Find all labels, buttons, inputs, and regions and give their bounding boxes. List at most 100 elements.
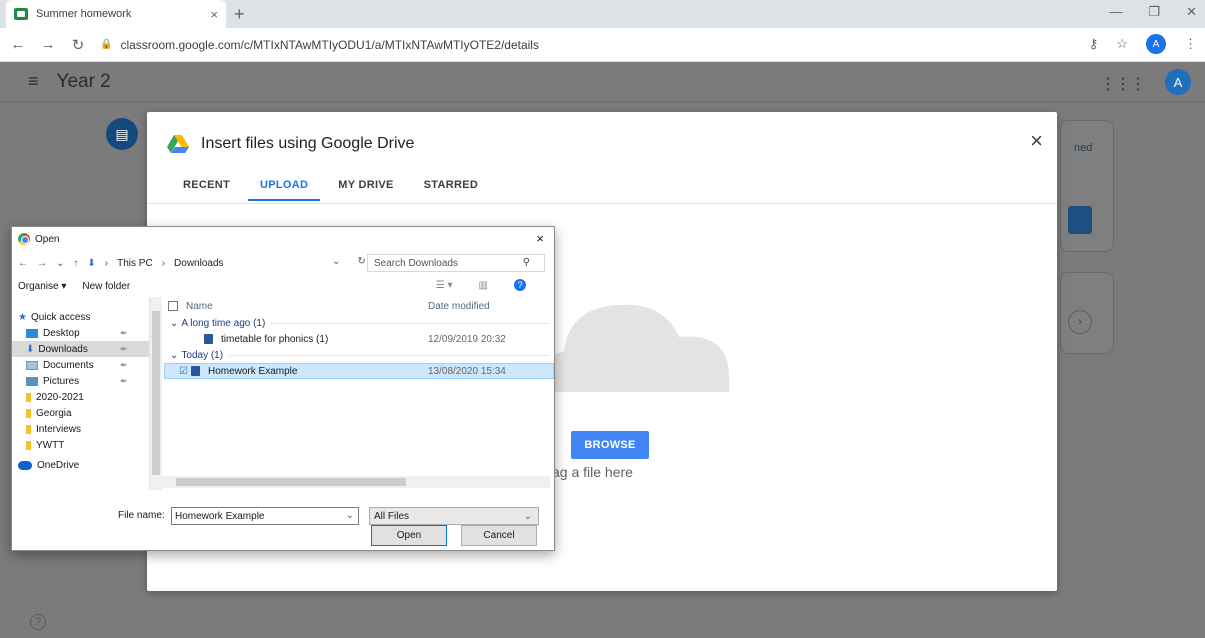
class-title: Year 2 [56, 70, 111, 92]
group-header[interactable]: ⌄ A long time ago (1) [164, 315, 554, 331]
dialog-navigation-bar: ← → ⌄ ↑ ⬇ › This PC › Downloads ⌄ ↻ Sear… [12, 251, 554, 275]
folder-icon [26, 424, 31, 434]
profile-avatar[interactable]: A [1146, 34, 1166, 54]
forward-icon[interactable]: → [36, 36, 60, 53]
file-type-select[interactable]: All Files ⌄ [369, 507, 539, 525]
downloads-icon: ⬇ [26, 343, 35, 355]
browser-tab[interactable]: Summer homework × [6, 0, 226, 28]
tab-upload[interactable]: UPLOAD [248, 179, 321, 201]
file-type-value: All Files [374, 510, 410, 522]
scrollbar-thumb[interactable] [176, 478, 406, 486]
pin-icon: ✒ [120, 327, 128, 338]
column-date-modified[interactable]: Date modified [428, 301, 490, 312]
open-button[interactable]: Open [371, 525, 447, 546]
file-name-label: File name: [118, 510, 165, 521]
file-name: Homework Example [207, 365, 298, 377]
breadcrumb-separator-icon: › [104, 257, 109, 269]
hamburger-menu-icon[interactable]: ≡ [28, 71, 39, 92]
tab-close-icon[interactable]: × [210, 7, 218, 22]
file-name: timetable for phonics (1) [221, 333, 329, 345]
file-name-input[interactable]: Homework Example ⌄ [171, 507, 359, 525]
file-date: 13/08/2020 15:34 [428, 365, 506, 377]
column-headers: Name Date modified [164, 297, 554, 315]
downloads-arrow-icon: ⬇ [87, 257, 96, 269]
file-name-row: File name: Homework Example ⌄ All Files … [12, 507, 554, 527]
desktop-icon [26, 328, 38, 338]
nav-item-desktop[interactable]: Desktop ✒ [12, 325, 149, 341]
window-controls: — ❐ ✕ [1109, 4, 1197, 20]
file-row[interactable]: timetable for phonics (1) 12/09/2019 20:… [164, 331, 554, 347]
up-arrow-icon[interactable]: ↑ [73, 258, 78, 269]
nav-item-interviews[interactable]: Interviews [12, 421, 149, 437]
apps-grid-icon[interactable]: ⋮⋮⋮ [1100, 74, 1146, 94]
tab-recent[interactable]: RECENT [171, 179, 242, 201]
nav-item-documents[interactable]: Documents ✒ [12, 357, 149, 373]
chevron-down-icon: ⌄ [170, 349, 179, 361]
tab-title: Summer homework [36, 8, 132, 20]
nav-item-ywtt[interactable]: YWTT [12, 437, 149, 453]
nav-pane-scrollbar[interactable] [150, 297, 162, 490]
classroom-header: ≡ Year 2 ⋮⋮⋮ A [0, 62, 1205, 102]
new-tab-icon[interactable]: + [234, 4, 245, 25]
back-arrow-icon[interactable]: ← [18, 258, 28, 269]
search-downloads-input[interactable]: Search Downloads ⚲ [367, 254, 545, 272]
onedrive-icon [18, 460, 32, 470]
forward-arrow-icon[interactable]: → [37, 258, 47, 269]
help-icon[interactable]: ? [30, 614, 46, 630]
back-icon[interactable]: ← [6, 36, 30, 53]
view-options-icon[interactable]: ☰ ▾ [436, 280, 453, 291]
refresh-icon[interactable]: ↻ [357, 256, 365, 267]
breadcrumb-separator-icon: › [161, 257, 166, 269]
picker-tabs: RECENT UPLOAD MY DRIVE STARRED [171, 179, 496, 201]
column-name[interactable]: Name [186, 301, 213, 312]
nav-item-pictures[interactable]: Pictures ✒ [12, 373, 149, 389]
recent-locations-icon[interactable]: ⌄ [56, 258, 64, 269]
tab-starred[interactable]: STARRED [412, 179, 490, 201]
dialog-titlebar: Open × [12, 227, 554, 251]
group-header[interactable]: ⌄ Today (1) [164, 347, 554, 363]
browse-button[interactable]: BROWSE [571, 431, 649, 459]
nav-item-georgia[interactable]: Georgia [12, 405, 149, 421]
google-drive-icon [167, 135, 189, 153]
nav-item-2020-2021[interactable]: 2020-2021 [12, 389, 149, 405]
key-icon[interactable]: ⚷ [1089, 36, 1099, 52]
breadcrumb-this-pc[interactable]: This PC [117, 258, 153, 269]
bookmark-star-icon[interactable]: ☆ [1116, 36, 1128, 52]
help-icon[interactable]: ? [514, 279, 526, 291]
tab-my-drive[interactable]: MY DRIVE [326, 179, 405, 201]
pictures-icon [26, 376, 38, 386]
organise-menu[interactable]: Organise ▾ [18, 281, 66, 292]
reload-icon[interactable]: ↻ [66, 36, 90, 54]
nav-item-onedrive[interactable]: OneDrive [12, 457, 149, 473]
more-menu-icon[interactable]: ⋮ [1184, 36, 1197, 52]
url-field[interactable]: 🔒 classroom.google.com/c/MTIxNTAwMTIyODU… [100, 32, 1130, 58]
nav-item-label: Pictures [43, 375, 80, 387]
select-all-checkbox[interactable] [168, 301, 178, 311]
file-list-horizontal-scrollbar[interactable] [160, 476, 550, 488]
dialog-close-icon[interactable]: × [536, 231, 544, 246]
scrollbar-thumb[interactable] [152, 311, 160, 475]
preview-pane-icon[interactable]: ▥ [479, 280, 488, 291]
minimize-icon[interactable]: — [1109, 4, 1122, 20]
restore-icon[interactable]: ❐ [1148, 4, 1160, 20]
file-date: 12/09/2019 20:32 [428, 333, 506, 345]
file-row-selected[interactable]: ☑ Homework Example 13/08/2020 15:34 [164, 363, 554, 379]
assignment-icon: ▤ [106, 118, 138, 150]
nav-item-downloads[interactable]: ⬇ Downloads ✒ [12, 341, 149, 357]
nav-item-quick-access[interactable]: ★ Quick access [12, 309, 149, 325]
folder-icon [26, 392, 31, 402]
add-work-button[interactable] [1068, 206, 1092, 234]
path-dropdown-icon[interactable]: ⌄ [332, 256, 340, 267]
picker-close-icon[interactable]: × [1030, 128, 1043, 154]
nav-item-label: YWTT [36, 439, 65, 451]
account-avatar[interactable]: A [1165, 69, 1191, 95]
chevron-down-icon[interactable]: ⌄ [346, 510, 354, 521]
cancel-button[interactable]: Cancel [461, 525, 537, 546]
send-comment-icon[interactable]: › [1068, 310, 1092, 334]
new-folder-button[interactable]: New folder [82, 281, 130, 292]
chevron-down-icon: ⌄ [170, 317, 179, 329]
window-close-icon[interactable]: ✕ [1186, 4, 1197, 20]
checked-checkbox-icon[interactable]: ☑ [179, 366, 188, 377]
group-label: Today (1) [181, 349, 224, 361]
breadcrumb-downloads[interactable]: Downloads [174, 258, 223, 269]
